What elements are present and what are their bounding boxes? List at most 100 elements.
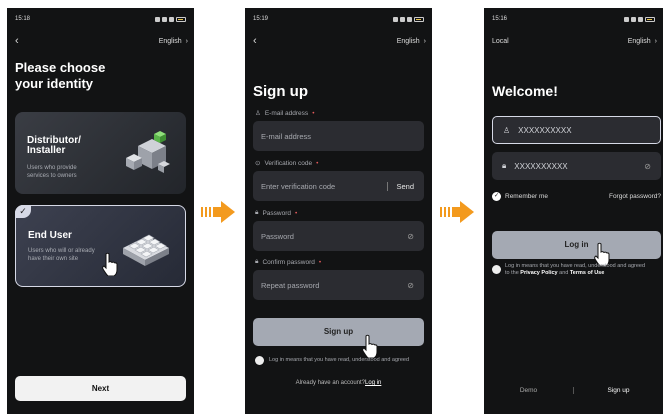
send-code-button[interactable]: Send — [387, 181, 414, 191]
remember-me-checkbox[interactable]: ✓ Remember me — [492, 192, 548, 201]
account-prompt: Already have an account?Log in — [245, 380, 432, 386]
terms-text: Log in means that you have read, underst… — [505, 263, 663, 277]
required-mark: • — [316, 159, 319, 167]
confirm-password-input[interactable]: Repeat password ⊘ — [253, 270, 424, 300]
check-icon: ✓ — [492, 192, 501, 201]
confirm-placeholder: Repeat password — [261, 280, 320, 290]
status-icons — [393, 16, 424, 22]
agree-terms-radio[interactable] — [492, 265, 501, 274]
login-screen: 15:16 Local English › Welcome! ♙ XXXXXXXXX… — [484, 8, 663, 414]
status-time: 15:18 — [15, 16, 31, 22]
cubes-illustration-icon — [126, 131, 170, 173]
back-arrow-icon[interactable]: ‹ — [253, 35, 257, 47]
password-label-text: Password — [262, 209, 292, 217]
chevron-right-icon: › — [185, 37, 188, 45]
terms-prefix: to the — [505, 270, 519, 276]
privacy-policy-link[interactable]: Privacy Policy — [520, 270, 557, 276]
terms-of-use-link[interactable]: Terms of Use — [570, 270, 604, 276]
eye-off-icon[interactable]: ⊘ — [644, 162, 651, 171]
page-title: Sign up — [253, 83, 308, 100]
arrow-right-icon — [201, 201, 235, 223]
chevron-right-icon: › — [654, 37, 657, 45]
terms-line2: to the Privacy Policy and Terms of Use — [505, 270, 663, 277]
code-label: ⊙ Verification code • — [255, 159, 319, 168]
signup-button[interactable]: Sign up — [253, 318, 424, 346]
verification-code-input[interactable]: Enter verification code Send — [253, 171, 424, 201]
account-input[interactable]: ♙ XXXXXXXXXX — [492, 116, 661, 144]
page-title: Welcome! — [492, 83, 558, 99]
code-label-text: Verification code — [264, 159, 313, 167]
lock-icon: 🔒︎ — [255, 209, 259, 216]
account-text: Already have an account? — [295, 380, 366, 386]
signup-screen: 15:19 ‹ English › Sign up ♙ E-mail address… — [245, 8, 432, 414]
login-link[interactable]: Log in — [365, 380, 381, 386]
language-label: English — [627, 37, 651, 45]
status-time: 15:16 — [492, 16, 508, 22]
user-icon: ♙ — [255, 110, 261, 117]
terms-and: and — [559, 270, 569, 276]
terms-line1: Log in means that you have read, underst… — [505, 263, 646, 269]
password-label: 🔒︎ Password • — [255, 209, 297, 217]
confirm-label-text: Confirm password — [262, 258, 315, 266]
email-label: ♙ E-mail address • — [255, 109, 315, 118]
password-input[interactable]: Password ⊘ — [253, 221, 424, 251]
card-description: Users who provide services to owners — [27, 164, 119, 180]
card-desc-line1: Users who provide — [27, 165, 77, 171]
lock-icon: 🔒︎ — [502, 161, 507, 170]
status-bar: 15:19 — [253, 14, 424, 24]
identity-card-distributor[interactable]: Distributor/ Installer Users who provide… — [15, 112, 186, 194]
card-title: End User — [28, 230, 72, 241]
required-mark: • — [312, 109, 315, 117]
login-button[interactable]: Log in — [492, 231, 661, 259]
required-mark: • — [295, 209, 298, 217]
email-placeholder: E-mail address — [261, 131, 312, 141]
language-selector[interactable]: English › — [628, 38, 657, 45]
confirm-password-label: 🔒︎ Confirm password • — [255, 258, 321, 266]
status-time: 15:19 — [253, 16, 269, 22]
status-bar: 15:16 — [492, 14, 655, 24]
identity-screen: 15:18 ‹ English › Please choose your iden… — [7, 8, 194, 414]
language-label: English — [396, 37, 420, 45]
page-title-line1: Please choose — [15, 60, 106, 75]
terms-text: Log in means that you have read, underst… — [269, 357, 410, 363]
password-placeholder: Password — [261, 231, 294, 241]
back-arrow-icon[interactable]: ‹ — [15, 35, 19, 47]
identity-card-end-user[interactable]: ✓ End User Users who will or already hav… — [15, 205, 186, 287]
solar-panels-illustration-icon — [123, 234, 169, 266]
lock-icon: 🔒︎ — [255, 258, 259, 265]
card-title-line2: Installer — [27, 145, 66, 156]
language-label: English — [158, 37, 182, 45]
check-icon: ✓ — [15, 205, 31, 218]
email-label-text: E-mail address — [264, 109, 309, 117]
signup-link[interactable]: Sign up — [574, 387, 663, 394]
battery-icon — [645, 16, 655, 22]
card-desc-line2: services to owners — [27, 173, 77, 179]
status-bar: 15:18 — [15, 14, 186, 24]
eye-off-icon[interactable]: ⊘ — [407, 281, 414, 290]
demo-link[interactable]: Demo — [484, 387, 574, 394]
arrow-right-icon — [440, 201, 474, 223]
next-button[interactable]: Next — [15, 376, 186, 401]
language-selector[interactable]: English › — [397, 38, 426, 45]
battery-icon — [176, 16, 186, 22]
eye-off-icon[interactable]: ⊘ — [407, 232, 414, 241]
user-icon: ♙ — [503, 125, 511, 135]
email-input[interactable]: E-mail address — [253, 121, 424, 151]
status-icons — [155, 16, 186, 22]
forgot-password-link[interactable]: Forgot password? — [609, 193, 661, 200]
password-value: XXXXXXXXXX — [514, 161, 568, 171]
language-selector[interactable]: English › — [159, 38, 188, 45]
chevron-right-icon: › — [423, 37, 426, 45]
remember-me-label: Remember me — [505, 193, 548, 200]
hand-pointer-icon — [362, 334, 378, 358]
password-input[interactable]: 🔒︎ XXXXXXXXXX ⊘ — [492, 152, 661, 180]
shield-icon: ⊙ — [255, 160, 261, 167]
status-icons — [624, 16, 655, 22]
required-mark: • — [318, 258, 322, 266]
hand-pointer-icon — [102, 252, 118, 276]
battery-icon — [414, 16, 424, 22]
agree-terms-radio[interactable] — [255, 356, 264, 365]
page-title: Please choose your identity — [15, 60, 165, 92]
region-selector[interactable]: Local — [492, 38, 509, 45]
code-placeholder: Enter verification code — [261, 181, 336, 191]
